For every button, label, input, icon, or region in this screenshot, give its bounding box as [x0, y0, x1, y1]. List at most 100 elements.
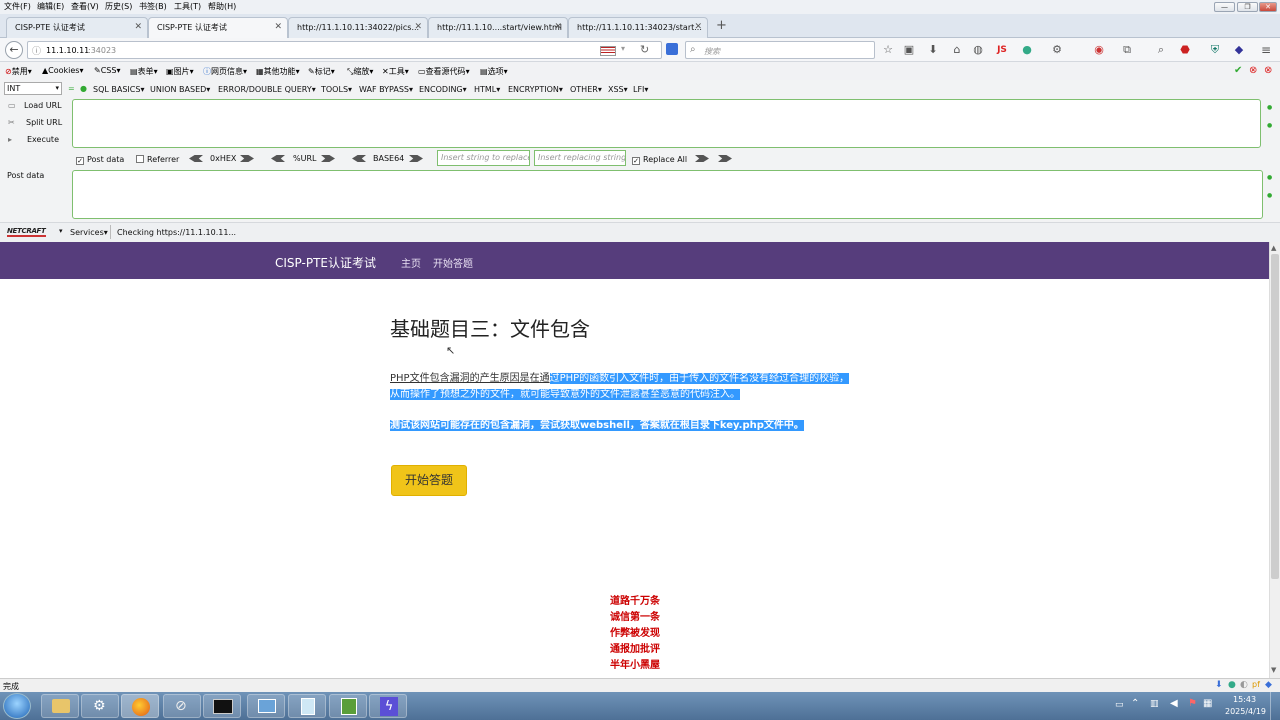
close-tab-icon[interactable]: ✕ [274, 18, 282, 37]
burp-app-icon[interactable]: ϟ [369, 694, 407, 718]
menu-encoding[interactable]: ENCODING▾ [419, 85, 467, 94]
us-flag-icon[interactable] [600, 46, 616, 56]
volume-tray-icon[interactable]: ◀ [1170, 698, 1178, 709]
minimize-icon[interactable]: — [1214, 2, 1235, 12]
replace-back-arrow-icon[interactable] [718, 155, 732, 162]
scroll-down-icon[interactable]: ▼ [1271, 666, 1276, 674]
replace-arrow-icon[interactable] [695, 155, 709, 162]
load-url-button[interactable]: Load URL [24, 101, 62, 110]
menu-html[interactable]: HTML▾ [474, 85, 500, 94]
new-tab-icon[interactable]: + [716, 18, 727, 33]
adblock-icon[interactable]: ⬣ [1178, 43, 1192, 57]
zoom-icon[interactable]: ⌕ [1154, 43, 1168, 57]
referrer-checkbox[interactable]: Referrer [136, 155, 179, 164]
site-brand[interactable]: CISP-PTE认证考试 [275, 254, 376, 271]
notepad-icon[interactable] [288, 694, 326, 718]
menu-view[interactable]: 查看(V) [71, 1, 99, 12]
equals-icon[interactable]: = [68, 84, 75, 93]
back-button-icon[interactable]: ← [5, 41, 23, 59]
remote-desktop-icon[interactable] [247, 694, 285, 718]
tab-1-active[interactable]: CISP-PTE 认证考试 ✕ [148, 17, 288, 38]
addon-globe-icon[interactable]: ◍ [971, 43, 985, 57]
explorer-icon[interactable] [41, 694, 79, 718]
js-toggle-icon[interactable]: JS [995, 43, 1009, 57]
addon-blue-icon[interactable]: ◆ [1232, 43, 1246, 57]
close-window-icon[interactable]: ✕ [1259, 2, 1277, 12]
flag-tray-icon[interactable]: ⚑ [1188, 698, 1197, 709]
firefox-icon[interactable] [121, 694, 159, 718]
wd-info[interactable]: ⓘ网页信息▾ [203, 66, 247, 77]
action-tray-icon[interactable]: ▦ [1203, 698, 1212, 709]
addon-red-icon[interactable]: ◉ [1092, 43, 1106, 57]
shield-icon[interactable]: ⛨ [1208, 43, 1222, 57]
addon-green-icon[interactable]: ● [1020, 43, 1034, 57]
nav-start-link[interactable]: 开始答题 [433, 255, 473, 270]
clock-date[interactable]: 2025/4/19 [1225, 707, 1266, 716]
menu-sql-basics[interactable]: SQL BASICS▾ [93, 85, 144, 94]
addon-window-icon[interactable]: ⧉ [1120, 43, 1134, 57]
chart-app-icon[interactable] [329, 694, 367, 718]
menu-waf-bypass[interactable]: WAF BYPASS▾ [359, 85, 413, 94]
close-tab-icon[interactable]: ✕ [414, 18, 422, 37]
keyboard-tray-icon[interactable]: ▭ [1115, 700, 1124, 710]
insert-string-input[interactable]: Insert string to replace [437, 150, 530, 166]
page-scrollbar[interactable]: ▲ ▼ [1269, 242, 1280, 678]
url-textarea[interactable] [72, 99, 1261, 148]
post-data-checkbox[interactable]: ✓ Post data [76, 155, 124, 165]
wd-options[interactable]: ▤选项▾ [480, 66, 508, 77]
menu-bookmarks[interactable]: 书签(B) [139, 1, 167, 12]
hex-decode-arrow-icon[interactable] [189, 155, 203, 162]
show-desktop-button[interactable] [1270, 692, 1280, 720]
scroll-up-icon[interactable]: ▲ [1271, 244, 1276, 252]
replacing-string-input[interactable]: Insert replacing string [534, 150, 626, 166]
resize-handle-icon[interactable]: ● [1267, 104, 1272, 111]
menu-edit[interactable]: 编辑(E) [37, 1, 64, 12]
menu-other[interactable]: OTHER▾ [570, 85, 602, 94]
scrollbar-thumb[interactable] [1271, 254, 1279, 579]
resize-handle-icon[interactable]: ● [1267, 122, 1272, 129]
start-answer-button[interactable]: 开始答题 [391, 465, 467, 496]
network-tray-icon[interactable]: ▥ [1150, 699, 1159, 709]
start-button-icon[interactable] [3, 693, 31, 719]
clipboard-icon[interactable]: ▣ [902, 43, 916, 57]
services-menu[interactable]: Services▾ [70, 228, 108, 237]
resize-handle-icon[interactable]: ● [1267, 192, 1272, 199]
maximize-icon[interactable]: ❐ [1237, 2, 1258, 12]
addon-status-icon-3[interactable]: ◆ [1265, 680, 1272, 690]
split-url-button[interactable]: Split URL [26, 118, 62, 127]
home-icon[interactable]: ⌂ [950, 43, 964, 57]
post-data-textarea[interactable] [72, 170, 1263, 219]
menu-tools[interactable]: 工具(T) [174, 1, 201, 12]
tab-2[interactable]: http://11.1.10.11:34022/pics... ✕ [288, 17, 428, 38]
hamburger-menu-icon[interactable]: ≡ [1259, 43, 1273, 57]
close-toolbar-icon[interactable]: ⊗ [1264, 65, 1272, 76]
close-tab-icon[interactable]: ✕ [554, 18, 562, 37]
close-tab-icon[interactable]: ✕ [694, 18, 702, 37]
close-tab-icon[interactable]: ✕ [134, 18, 142, 37]
wd-css[interactable]: ✎CSS▾ [94, 66, 120, 75]
clock-time[interactable]: 15:43 [1233, 695, 1256, 704]
menu-history[interactable]: 历史(S) [105, 1, 132, 12]
wd-misc[interactable]: ▦其他功能▾ [256, 66, 300, 77]
bookmark-star-icon[interactable]: ☆ [881, 43, 895, 57]
menu-tools[interactable]: TOOLS▾ [321, 85, 352, 94]
reload-icon[interactable]: ↻ [640, 43, 649, 56]
check-ok-icon[interactable]: ✔ [1234, 65, 1242, 76]
base64-encode-arrow-icon[interactable] [409, 155, 423, 162]
menu-lfi[interactable]: LFI▾ [633, 85, 648, 94]
settings-app-icon[interactable]: ⊘ [163, 694, 201, 718]
wd-forms[interactable]: ▤表单▾ [130, 66, 158, 77]
type-select[interactable]: INT ▾ [4, 82, 62, 95]
execute-button[interactable]: Execute [27, 135, 59, 144]
download-icon[interactable]: ⬇ [926, 43, 940, 57]
menu-file[interactable]: 文件(F) [4, 1, 31, 12]
wd-disable[interactable]: ⊘禁用▾ [5, 66, 32, 77]
wd-cookies[interactable]: ▲Cookies▾ [42, 66, 84, 75]
menu-union-based[interactable]: UNION BASED▾ [150, 85, 210, 94]
tab-4[interactable]: http://11.1.10.11:34023/start... ✕ [568, 17, 708, 38]
addon-status-icon-2[interactable]: ◐ [1240, 680, 1248, 690]
extension-icon[interactable] [666, 43, 678, 55]
addon-status-icon[interactable]: ● [1228, 680, 1236, 690]
dropdown-icon[interactable]: ▾ [621, 44, 625, 53]
addon-gear-icon[interactable]: ⚙ [1050, 43, 1064, 57]
